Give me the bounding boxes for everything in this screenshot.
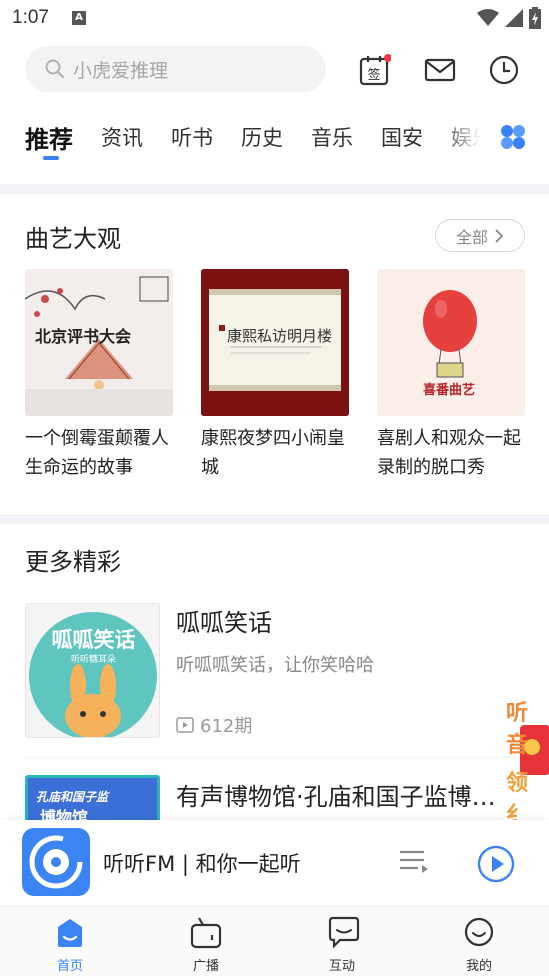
- wifi-icon: [477, 9, 499, 26]
- program-description: 听呱呱笑话，让你笑哈哈: [176, 655, 374, 676]
- header: 小虎爱推理 签: [0, 46, 549, 92]
- tab-security[interactable]: 国安: [381, 122, 423, 152]
- cover-subtext: 听听糖耳朵: [70, 655, 116, 665]
- status-time: 1:07: [12, 7, 49, 28]
- episode-count-text: 612期: [200, 716, 253, 737]
- home-icon: [58, 919, 82, 947]
- list-divider: [25, 757, 525, 758]
- bottom-nav: 首页 广播 互动 我的: [0, 906, 549, 976]
- notification-icon: A: [72, 11, 86, 25]
- promo-text-top: 听音: [506, 701, 529, 758]
- program-title: 呱呱笑话: [176, 609, 272, 637]
- nav-radio[interactable]: 广播: [166, 907, 246, 976]
- mini-player[interactable]: 听听FM | 和你一起听: [0, 820, 549, 906]
- tab-fade: [440, 118, 500, 168]
- category-grid-icon[interactable]: [500, 124, 526, 150]
- search-icon: [45, 59, 64, 78]
- search-input[interactable]: 小虎爱推理: [25, 46, 326, 92]
- program-cover: 孔庙和国子监 博物馆: [25, 775, 160, 820]
- section-divider: [0, 514, 549, 524]
- program-title: 有声博物馆·孔庙和国子监博…: [176, 783, 496, 811]
- album-card[interactable]: 康熙私访明月楼 康熙夜梦四小闹皇城: [201, 269, 349, 482]
- status-bar: 1:07 A: [0, 0, 549, 36]
- cover-text: 呱呱笑话: [51, 628, 136, 652]
- cover-text: 北京评书大会: [35, 327, 132, 346]
- app-logo: [22, 828, 90, 896]
- playlist-icon[interactable]: [398, 848, 430, 878]
- nav-interact-label: 互动: [328, 959, 355, 974]
- nav-mine[interactable]: 我的: [439, 907, 519, 976]
- tab-music[interactable]: 音乐: [311, 122, 353, 152]
- episode-icon: [176, 717, 194, 733]
- search-placeholder: 小虎爱推理: [73, 59, 169, 82]
- section-title-more: 更多精彩: [25, 548, 121, 576]
- episode-count: 612期: [176, 712, 252, 738]
- album-card[interactable]: 北京评书大会 一个倒霉蛋颠覆人生命运的故事: [25, 269, 173, 482]
- cover-subtext: 博物馆: [40, 808, 89, 820]
- chevron-right-icon: [495, 228, 504, 243]
- section-divider: [0, 184, 549, 194]
- tab-history[interactable]: 历史: [241, 122, 283, 152]
- battery-icon: [529, 7, 541, 29]
- album-cover: 喜番曲艺: [377, 269, 525, 416]
- album-card[interactable]: 喜番曲艺 喜剧人和观众一起录制的脱口秀: [377, 269, 525, 482]
- active-tab-indicator: [43, 156, 59, 160]
- nav-mine-label: 我的: [465, 959, 492, 974]
- album-title: 喜剧人和观众一起录制的脱口秀: [377, 428, 521, 478]
- nav-radio-label: 广播: [192, 959, 219, 974]
- play-icon[interactable]: [476, 844, 516, 884]
- view-all-label: 全部: [455, 227, 488, 247]
- list-item[interactable]: 孔庙和国子监 博物馆 有声博物馆·孔庙和国子监博…: [25, 775, 525, 820]
- cover-text: 孔庙和国子监: [36, 790, 109, 804]
- nav-home-label: 首页: [56, 959, 83, 974]
- checkin-icon[interactable]: 签: [359, 54, 391, 86]
- album-cover: 北京评书大会: [25, 269, 173, 416]
- nav-home[interactable]: 首页: [30, 907, 110, 976]
- cover-text: 喜番曲艺: [423, 383, 476, 398]
- album-title: 康熙夜梦四小闹皇城: [201, 428, 345, 478]
- album-cover: 康熙私访明月楼: [201, 269, 349, 416]
- checkin-label: 签: [367, 67, 380, 83]
- mail-icon[interactable]: [424, 54, 456, 86]
- chat-bubble-icon: [328, 916, 360, 949]
- tab-recommend[interactable]: 推荐: [25, 120, 73, 155]
- tingting-logo-icon: [29, 835, 83, 889]
- view-all-button[interactable]: 全部: [435, 219, 525, 252]
- list-item[interactable]: 呱呱笑话 听听糖耳朵 呱呱笑话 听呱呱笑话，让你笑哈哈 612期: [25, 603, 525, 739]
- profile-icon: [464, 917, 494, 947]
- tab-audiobook[interactable]: 听书: [171, 122, 213, 152]
- section-title-quyi: 曲艺大观: [25, 225, 121, 253]
- floating-promo[interactable]: 听音 领纟: [502, 695, 549, 828]
- radio-icon: [190, 917, 222, 949]
- cover-text: 康熙私访明月楼: [227, 327, 333, 345]
- nav-interact[interactable]: 互动: [302, 907, 382, 976]
- status-indicators: [477, 7, 541, 29]
- signal-icon: [505, 9, 523, 27]
- program-cover: 呱呱笑话 听听糖耳朵: [25, 603, 160, 738]
- player-title: 听听FM | 和你一起听: [103, 852, 301, 876]
- history-icon[interactable]: [488, 54, 520, 86]
- album-title: 一个倒霉蛋颠覆人生命运的故事: [25, 428, 169, 478]
- category-tabs: 推荐 资讯 听书 历史 音乐 国安 娱乐: [0, 118, 549, 168]
- tab-news[interactable]: 资讯: [101, 122, 143, 152]
